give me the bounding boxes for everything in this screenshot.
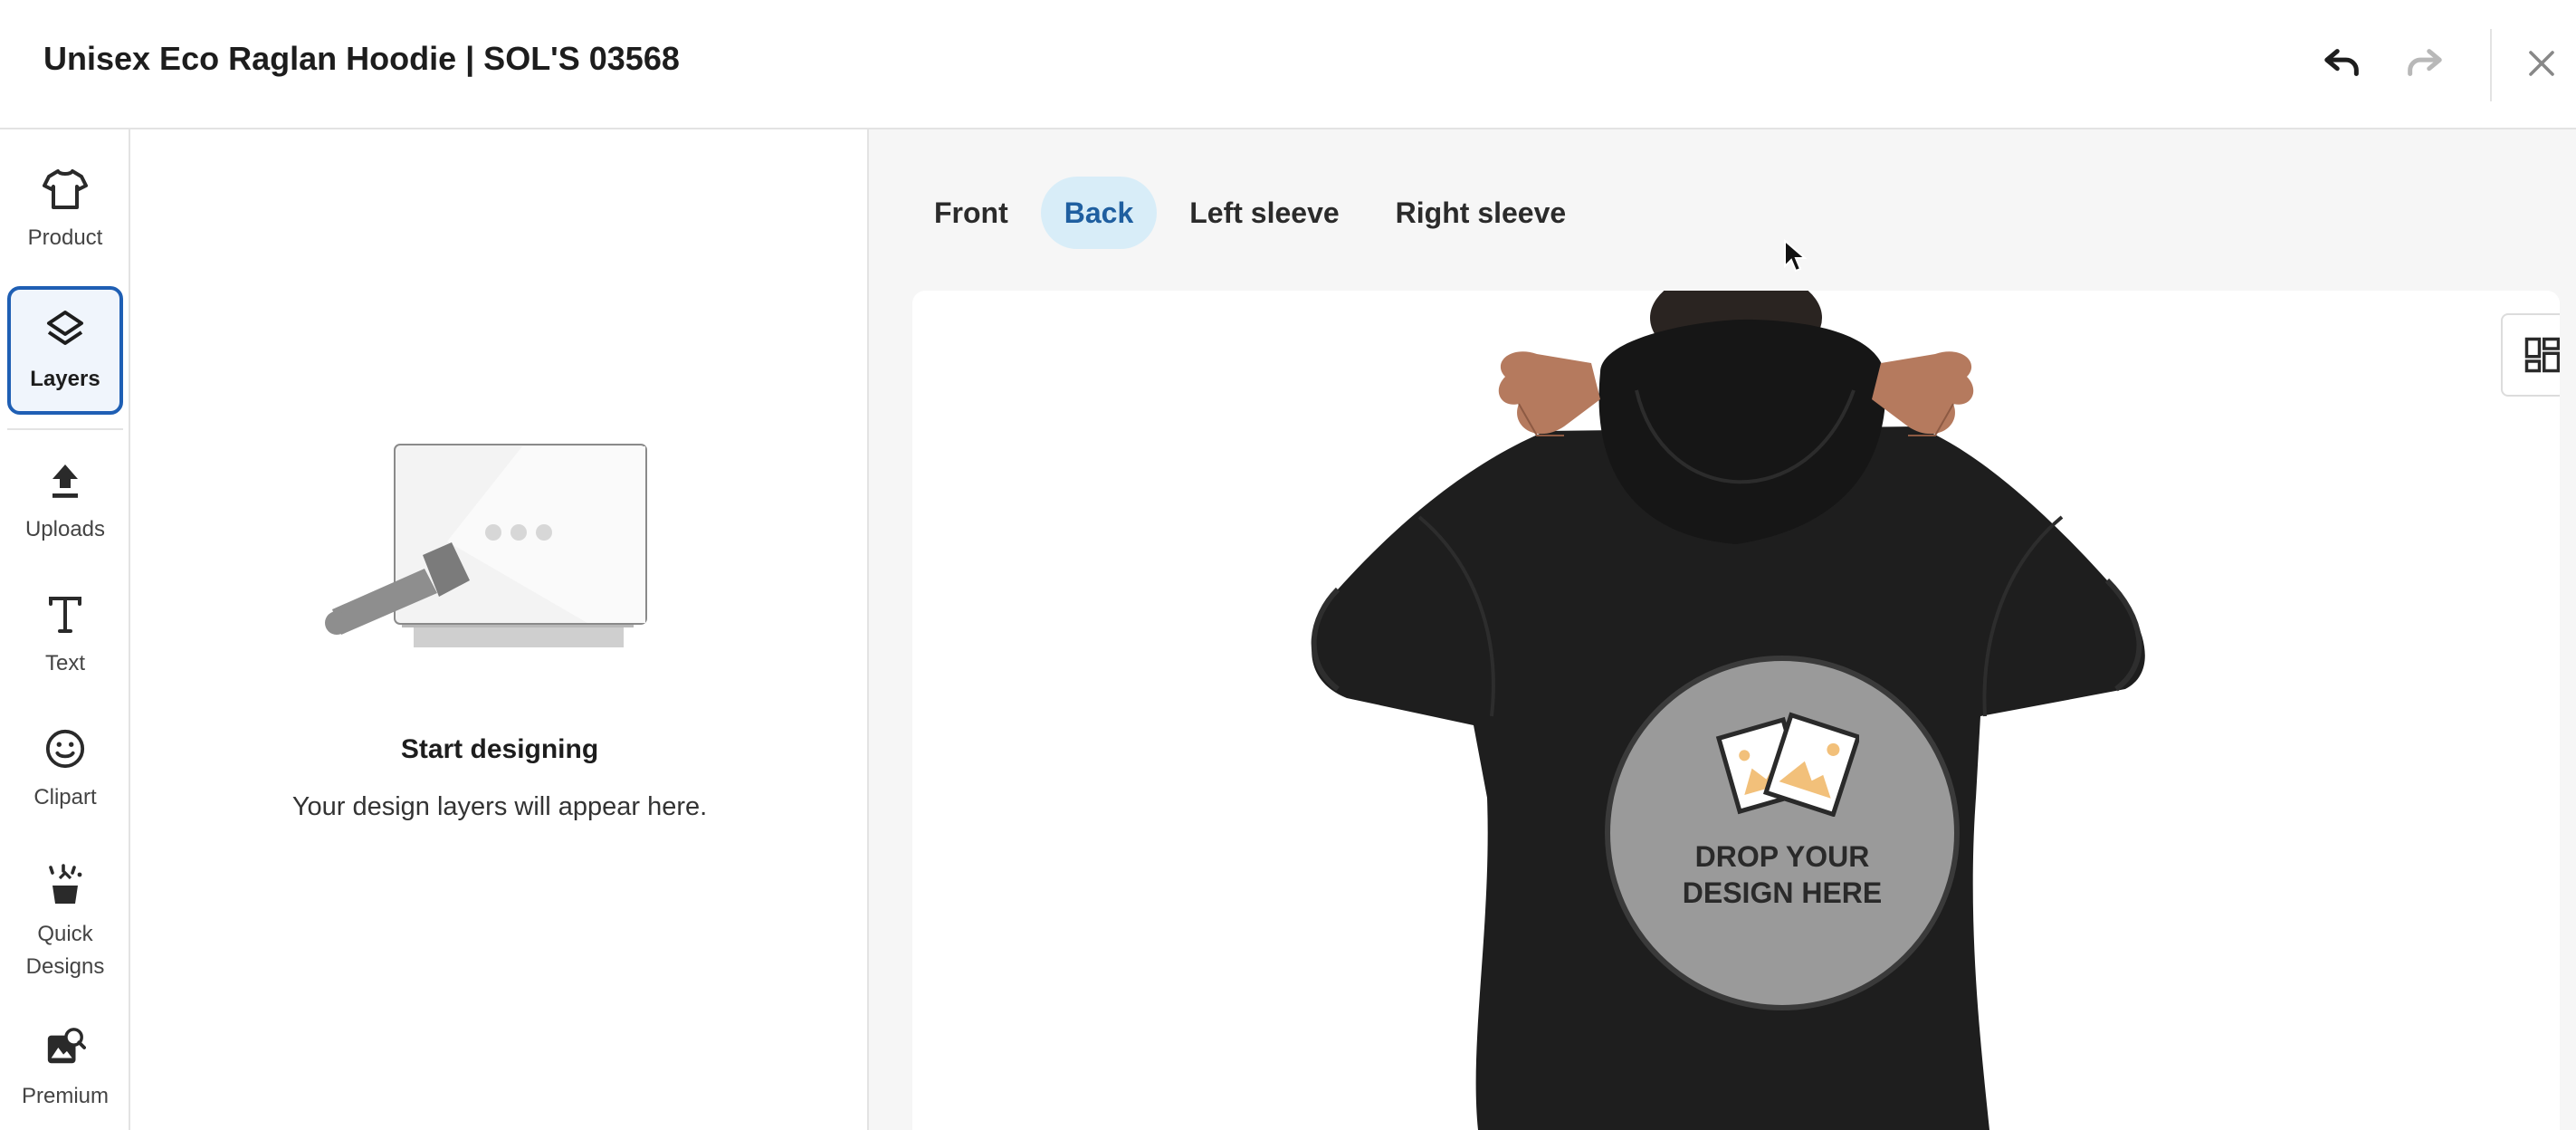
tshirt-icon: [40, 164, 91, 215]
layers-panel: Start designing Your design layers will …: [130, 129, 869, 1130]
layout-toggle-button[interactable]: [2501, 313, 2560, 397]
sidebar-divider: [7, 428, 123, 430]
premium-image-icon: [40, 1022, 91, 1073]
sidebar-item-product[interactable]: Product: [7, 148, 123, 271]
sidebar-item-label: Clipart: [33, 785, 97, 809]
upload-icon: [40, 455, 91, 506]
sidebar-item-label: Layers: [30, 367, 100, 391]
tab-right-sleeve[interactable]: Right sleeve: [1372, 177, 1590, 249]
product-title: Unisex Eco Raglan Hoodie | SOL'S 03568: [43, 40, 680, 77]
sidebar-item-label: Product: [27, 225, 103, 250]
tab-front[interactable]: Front: [911, 177, 1032, 249]
redo-icon: [2408, 49, 2442, 76]
sidebar-item-text[interactable]: Text: [7, 573, 123, 696]
tab-left-sleeve[interactable]: Left sleeve: [1166, 177, 1362, 249]
undo-button[interactable]: [2315, 36, 2370, 91]
product-preview: DROP YOUR DESIGN HERE: [912, 291, 2560, 1130]
empty-state-title: Start designing: [400, 734, 599, 764]
empty-state-subtitle: Your design layers will appear here.: [291, 792, 708, 821]
tab-back[interactable]: Back: [1040, 177, 1158, 249]
sidebar-item-quick-designs[interactable]: Quick Designs: [7, 849, 123, 994]
design-drop-zone[interactable]: DROP YOUR DESIGN HERE: [1605, 656, 1960, 1010]
grid-layout-icon: [2524, 337, 2560, 373]
smiley-icon: [40, 723, 91, 774]
redo-button[interactable]: [2397, 36, 2451, 91]
magic-wand-icon: [40, 860, 91, 911]
layers-icon: [40, 305, 91, 356]
sidebar-item-uploads[interactable]: Uploads: [7, 439, 123, 562]
flashlight-illustration: [325, 444, 647, 647]
header-divider: [2490, 29, 2492, 101]
sidebar-item-label: Uploads: [24, 517, 106, 541]
sidebar-item-clipart[interactable]: Clipart: [7, 707, 123, 830]
close-button[interactable]: [2514, 36, 2569, 91]
mouse-cursor-icon: [1784, 239, 1807, 273]
sidebar-item-label: Quick Designs: [25, 922, 105, 979]
sidebar-item-layers[interactable]: Layers: [7, 286, 123, 415]
sidebar-item-label: Premium: [21, 1084, 109, 1108]
close-icon: [2529, 51, 2554, 76]
sidebar-item-label: Text: [44, 651, 85, 675]
tool-sidebar: Product Layers Uploads Text Clipart Quic…: [0, 129, 130, 1130]
placement-tabs: Front Back Left sleeve Right sleeve: [911, 177, 1589, 249]
design-canvas-area: Front Back Left sleeve Right sleeve DROP…: [869, 129, 2576, 1130]
image-placeholder-icon: [1715, 712, 1859, 817]
sidebar-item-premium[interactable]: Premium: [7, 1006, 123, 1129]
drop-zone-label: DROP YOUR DESIGN HERE: [1682, 840, 1883, 909]
top-header: Unisex Eco Raglan Hoodie | SOL'S 03568: [0, 0, 2576, 129]
undo-icon: [2324, 49, 2359, 76]
text-icon: [40, 589, 91, 640]
